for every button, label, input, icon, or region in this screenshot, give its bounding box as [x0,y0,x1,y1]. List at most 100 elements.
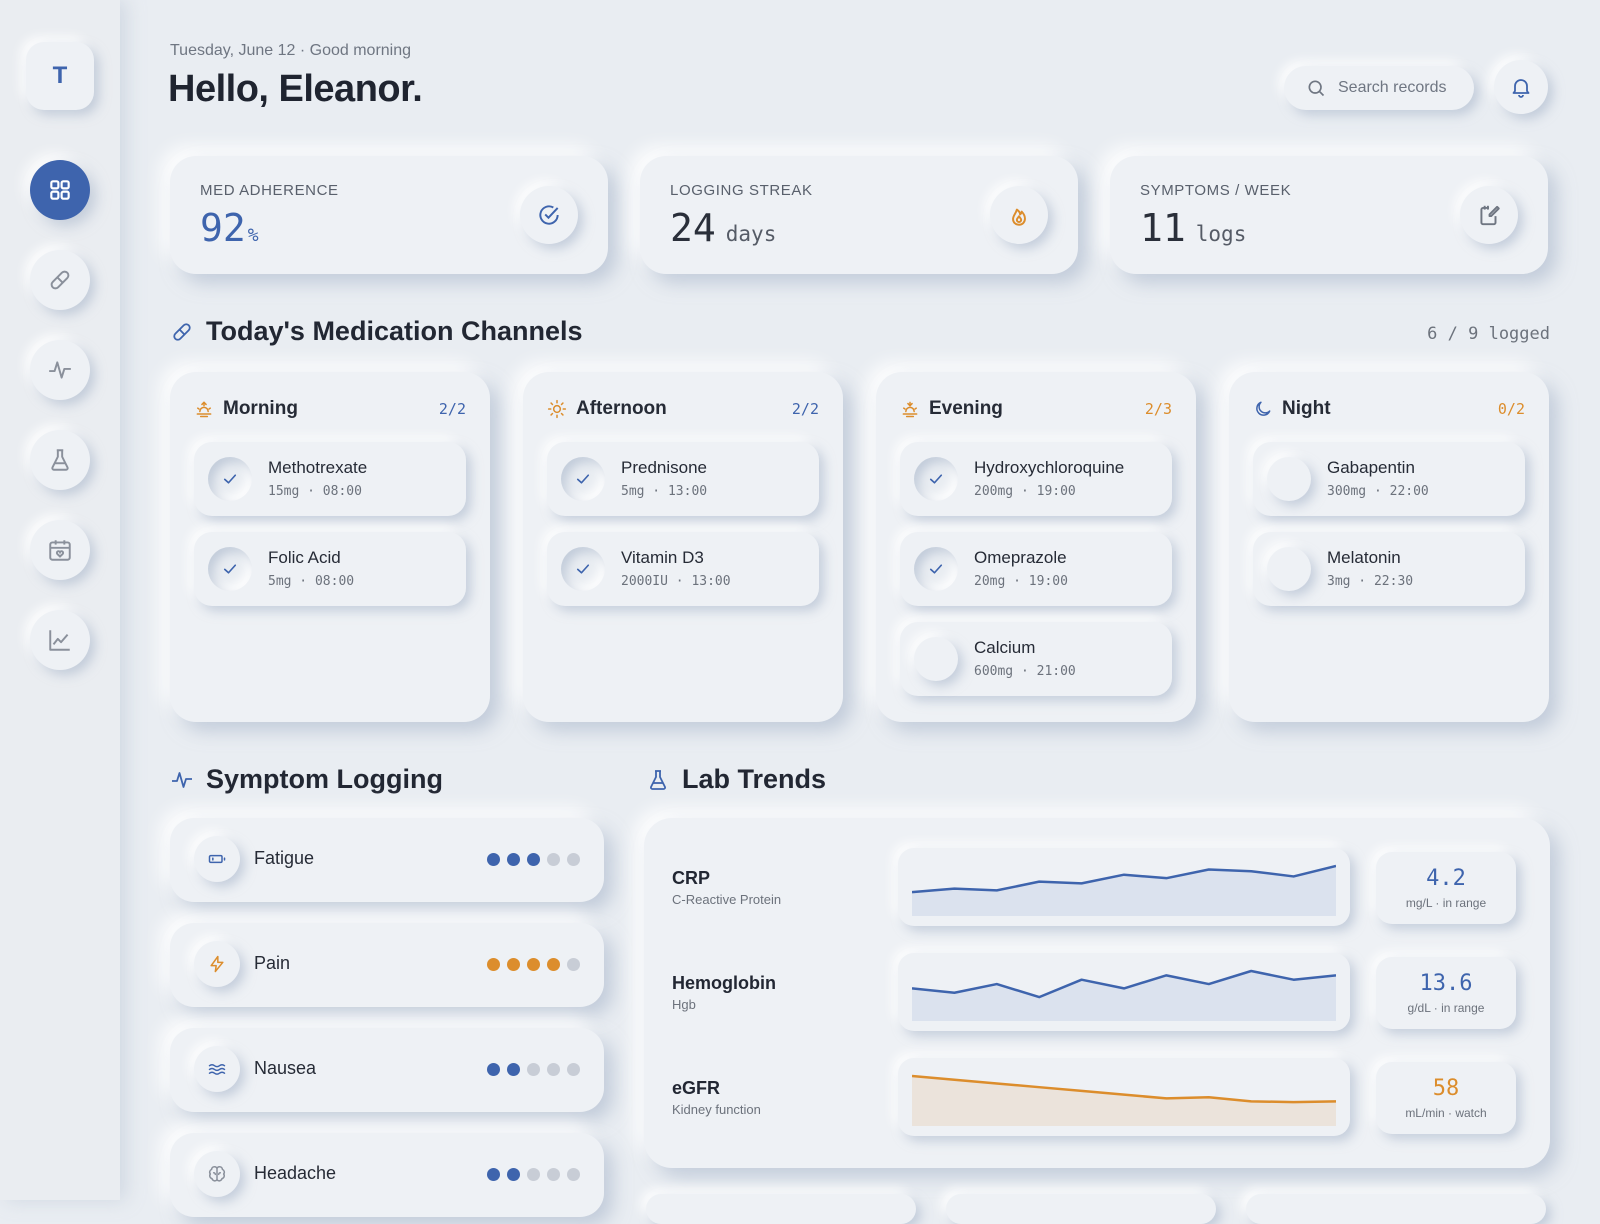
check-icon [576,564,590,574]
grid-icon [50,180,70,200]
symptom-name: Headache [254,1163,337,1183]
med-item[interactable]: Omeprazole 20mg · 19:00 [900,532,1172,606]
lab-value: 4.2 [1426,866,1466,891]
brain-icon [208,1166,226,1182]
med-name: Vitamin D3 [621,548,704,567]
note-edit-icon [1480,205,1500,226]
lab-name: Hemoglobin [672,973,776,993]
severity-dot[interactable] [487,958,500,971]
notifications-button[interactable] [1494,60,1548,114]
taken-checkbox[interactable] [208,547,252,591]
search-input[interactable]: Search records [1284,66,1474,110]
nav-medications[interactable] [30,250,90,310]
symptom-icon-badge [194,941,240,987]
channel-count: 0/2 [1497,400,1525,418]
severity-dot[interactable] [487,1063,500,1076]
flask-icon [650,769,666,790]
sparkline-chart [912,864,1336,916]
severity-dot[interactable] [487,853,500,866]
battery-icon [208,854,226,864]
med-item[interactable]: Vitamin D3 2000IU · 13:00 [547,532,819,606]
sidebar: T [0,0,120,1200]
severity-rating[interactable] [487,1063,580,1076]
symptom-icon-badge [194,836,240,882]
lab-value: 58 [1432,1076,1460,1101]
severity-dot[interactable] [507,853,520,866]
taken-checkbox[interactable] [561,547,605,591]
channel-count: 2/3 [1144,400,1172,418]
severity-dot[interactable] [507,1168,520,1181]
stat-value: 24 [670,206,716,250]
med-name: Folic Acid [268,548,341,567]
stat-card-symptoms: SYMPTOMS / WEEK 11 logs [1110,156,1548,274]
nav-labs[interactable] [30,430,90,490]
med-name: Omeprazole [974,548,1067,567]
med-item[interactable]: Folic Acid 5mg · 08:00 [194,532,466,606]
symptom-row[interactable]: Headache [170,1133,604,1217]
sunset-icon [902,401,918,418]
untaken-checkbox[interactable] [1267,547,1311,591]
symptom-row[interactable]: Pain [170,923,604,1007]
severity-rating[interactable] [487,958,580,971]
bell-icon [1512,79,1530,98]
severity-dot[interactable] [527,1168,540,1181]
lab-sparkline[interactable] [898,1058,1350,1136]
severity-dot[interactable] [547,1168,560,1181]
lab-subtitle: Hgb [672,997,696,1012]
severity-dot[interactable] [547,853,560,866]
severity-dot[interactable] [567,1063,580,1076]
lab-sparkline[interactable] [898,953,1350,1031]
symptom-row[interactable]: Fatigue [170,818,604,902]
severity-rating[interactable] [487,853,580,866]
app-logo[interactable]: T [26,42,94,110]
severity-dot[interactable] [487,1168,500,1181]
lab-name: eGFR [672,1078,721,1098]
untaken-checkbox[interactable] [914,637,958,681]
symptom-name: Fatigue [254,848,315,868]
channel-title: Afternoon [576,398,667,419]
sparkline-chart [912,969,1336,1021]
channel-count: 2/2 [438,400,466,418]
stat-value: 11 [1140,206,1186,250]
severity-dot[interactable] [547,958,560,971]
taken-checkbox[interactable] [914,457,958,501]
med-dose: 2000IU · 13:00 [621,574,731,589]
severity-dot[interactable] [527,958,540,971]
severity-dot[interactable] [547,1063,560,1076]
severity-dot[interactable] [567,853,580,866]
med-item[interactable]: Melatonin 3mg · 22:30 [1253,532,1525,606]
med-item[interactable]: Prednisone 5mg · 13:00 [547,442,819,516]
severity-dot[interactable] [527,1063,540,1076]
severity-dot[interactable] [527,853,540,866]
med-item[interactable]: Gabapentin 300mg · 22:00 [1253,442,1525,516]
channel-title: Morning [223,398,298,419]
lab-sparkline[interactable] [898,848,1350,926]
nav-symptoms[interactable] [30,340,90,400]
severity-dot[interactable] [567,1168,580,1181]
channel-count: 2/2 [791,400,819,418]
symptom-row[interactable]: Nausea [170,1028,604,1112]
severity-rating[interactable] [487,1168,580,1181]
nav-trends[interactable] [30,610,90,670]
taken-checkbox[interactable] [208,457,252,501]
taken-checkbox[interactable] [561,457,605,501]
channel-title: Night [1282,398,1331,419]
med-item[interactable]: Calcium 600mg · 21:00 [900,622,1172,696]
search-placeholder: Search records [1338,79,1447,96]
nav-calendar[interactable] [30,520,90,580]
med-item[interactable]: Hydroxychloroquine 200mg · 19:00 [900,442,1172,516]
lab-value-box: 4.2 mg/L · in range [1376,852,1516,924]
untaken-checkbox[interactable] [1267,457,1311,501]
med-dose: 5mg · 08:00 [268,574,355,589]
severity-dot[interactable] [507,1063,520,1076]
stat-unit: % [247,225,259,246]
nav-dashboard[interactable] [30,160,90,220]
taken-checkbox[interactable] [914,547,958,591]
check-icon [929,564,943,574]
sparkline-area [912,971,1336,1021]
symptom-section-title: Symptom Logging [170,764,443,795]
med-item[interactable]: Methotrexate 15mg · 08:00 [194,442,466,516]
severity-dot[interactable] [567,958,580,971]
severity-dot[interactable] [507,958,520,971]
chart-line-icon [49,630,70,651]
